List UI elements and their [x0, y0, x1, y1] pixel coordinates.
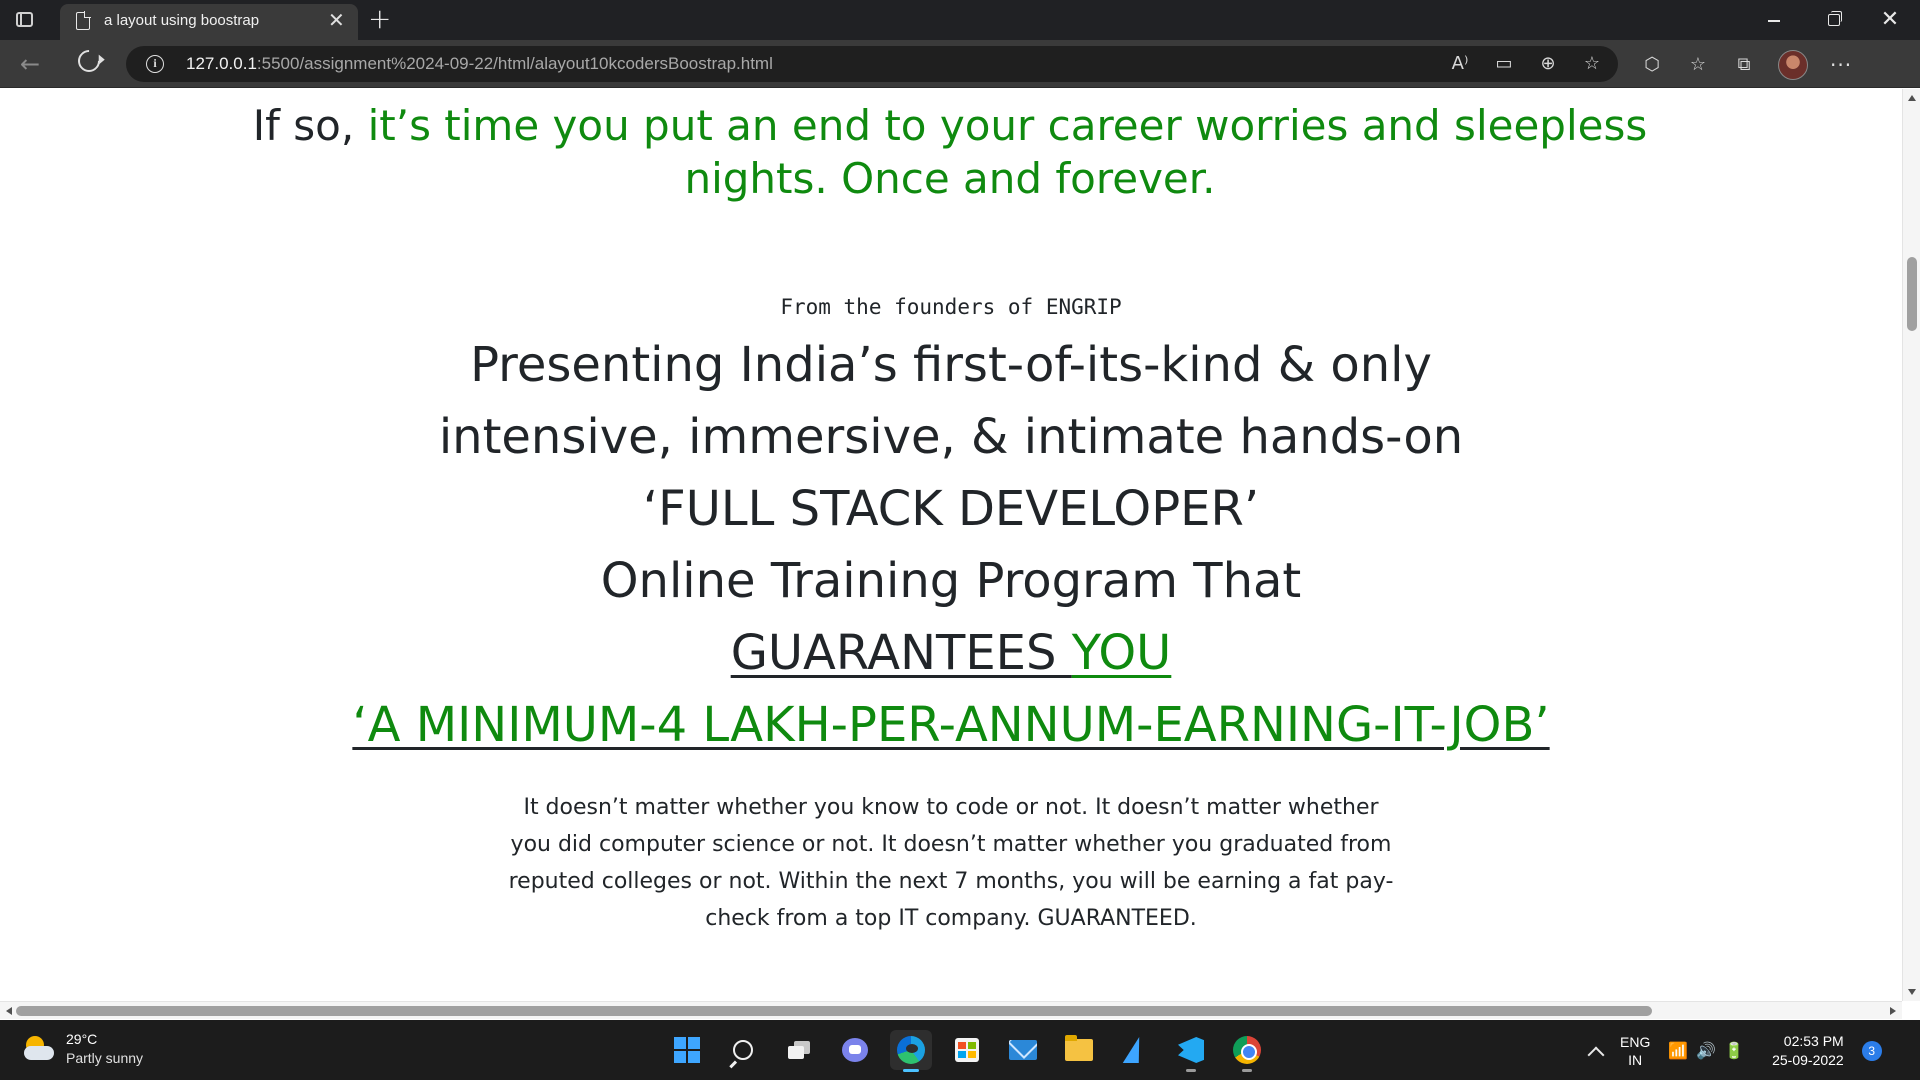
hero-prefix: If so,	[252, 101, 368, 150]
site-info-icon[interactable]: i	[146, 55, 164, 73]
headline-line-4: Online Training Program That	[600, 553, 1302, 609]
partly-sunny-icon	[22, 1034, 56, 1064]
immersive-reader-icon[interactable]: ▭	[1492, 52, 1516, 76]
language-indicator[interactable]: ENG IN	[1620, 1033, 1650, 1069]
browser-toolbar: ← i 127.0.0.1:5500/assignment%2024-09-22…	[0, 40, 1920, 88]
lang-code: ENG	[1620, 1034, 1651, 1050]
chrome-app-button[interactable]	[1226, 1030, 1268, 1072]
chevron-up-icon[interactable]	[1587, 1046, 1605, 1064]
clock-date: 25-09-2022	[1772, 1052, 1844, 1068]
edge-app-button[interactable]	[890, 1030, 932, 1072]
favorites-icon[interactable]: ☆	[1686, 53, 1710, 77]
bolt-icon	[1122, 1037, 1148, 1063]
vertical-scrollbar[interactable]	[1902, 89, 1920, 1001]
clock-time: 02:53 PM	[1783, 1033, 1844, 1049]
weather-desc: Partly sunny	[66, 1050, 144, 1066]
weather-temp: 29°C	[66, 1031, 98, 1047]
browser-tab[interactable]: a layout using boostrap ✕	[60, 4, 358, 40]
tab-title: a layout using boostrap	[104, 12, 260, 29]
clock[interactable]: 02:53 PM 25-09-2022	[1772, 1032, 1844, 1070]
tab-strip: a layout using boostrap ✕ + ✕	[0, 0, 1920, 40]
volume-icon[interactable]: 🔊	[1696, 1041, 1716, 1061]
close-window-button[interactable]: ✕	[1862, 0, 1918, 40]
hero-question: If so, it’s time you put an end to your …	[250, 99, 1650, 205]
scroll-right-icon[interactable]	[1890, 1007, 1896, 1015]
region-code: IN	[1628, 1052, 1643, 1068]
job-line: ‘A MINIMUM-4 LAKH-PER-ANNUM-EARNING-IT-J…	[0, 689, 1902, 761]
mail-app-button[interactable]	[1002, 1030, 1044, 1070]
url-host: 127.0.0.1	[186, 54, 257, 73]
windows-icon	[674, 1037, 700, 1063]
scroll-left-icon[interactable]	[6, 1007, 12, 1015]
main-headline: Presenting India’s first-of-its-kind & o…	[0, 329, 1902, 761]
guarantee-line: GUARANTEES YOU	[0, 617, 1902, 689]
search-icon	[733, 1040, 753, 1060]
restore-button[interactable]	[1806, 0, 1862, 40]
guarantee-dark: GUARANTEES	[730, 625, 1072, 681]
file-explorer-button[interactable]	[1058, 1030, 1100, 1070]
new-tab-button[interactable]: +	[368, 4, 391, 34]
folder-icon	[1065, 1035, 1093, 1061]
chrome-icon	[1233, 1036, 1261, 1064]
headline-line-3: ‘FULL STACK DEVELOPER’	[642, 481, 1260, 537]
mail-icon	[1009, 1040, 1037, 1060]
hero-green-text: it’s time you put an end to your career …	[367, 101, 1648, 203]
taskbar-apps	[666, 1030, 1268, 1072]
reload-icon[interactable]	[73, 45, 105, 77]
vertical-scroll-thumb[interactable]	[1907, 257, 1917, 331]
vscode-icon	[1178, 1037, 1204, 1063]
page-icon	[76, 11, 91, 30]
weather-widget[interactable]: 29°C Partly sunny	[22, 1030, 143, 1068]
url-text[interactable]: 127.0.0.1:5500/assignment%2024-09-22/htm…	[186, 54, 773, 74]
tab-actions-icon[interactable]	[14, 9, 36, 31]
tab-close-icon[interactable]: ✕	[328, 10, 345, 30]
collections-icon[interactable]: ⧉	[1732, 53, 1756, 77]
profile-avatar[interactable]	[1778, 50, 1808, 80]
chat-button[interactable]	[834, 1030, 876, 1070]
edge-icon	[897, 1036, 925, 1064]
system-tray: ENG IN 📶 🔊 🔋 02:53 PM 25-09-2022 3	[1587, 1032, 1882, 1070]
extensions-icon[interactable]: ⬡	[1640, 53, 1664, 77]
start-button[interactable]	[666, 1030, 708, 1070]
task-view-icon	[788, 1041, 810, 1059]
power-automate-button[interactable]	[1114, 1030, 1156, 1070]
horizontal-scroll-thumb[interactable]	[16, 1006, 1652, 1016]
battery-icon[interactable]: 🔋	[1724, 1041, 1744, 1061]
horizontal-scrollbar[interactable]	[0, 1001, 1902, 1019]
scroll-up-icon[interactable]	[1908, 95, 1916, 101]
address-bar[interactable]: i 127.0.0.1:5500/assignment%2024-09-22/h…	[126, 46, 1618, 82]
chat-icon	[842, 1038, 868, 1062]
vscode-app-button[interactable]	[1170, 1030, 1212, 1072]
page-viewport: If so, it’s time you put an end to your …	[0, 89, 1902, 1001]
store-app-button[interactable]	[946, 1030, 988, 1070]
notification-badge[interactable]: 3	[1861, 1041, 1882, 1061]
read-aloud-icon[interactable]: A⁾	[1448, 52, 1472, 76]
wifi-icon[interactable]: 📶	[1668, 1041, 1688, 1061]
search-button[interactable]	[722, 1030, 764, 1070]
headline-line-1: Presenting India’s first-of-its-kind & o…	[470, 337, 1432, 393]
more-menu-icon[interactable]: ···	[1830, 53, 1852, 77]
headline-line-2: intensive, immersive, & intimate hands-o…	[438, 409, 1464, 465]
task-view-button[interactable]	[778, 1030, 820, 1070]
taskbar: 29°C Partly sunny ENG IN 📶 🔊 🔋 02:53 PM …	[0, 1020, 1920, 1080]
url-path: :5500/assignment%2024-09-22/html/alayout…	[256, 54, 773, 73]
add-favorite-icon[interactable]: ☆	[1580, 52, 1604, 76]
scroll-down-icon[interactable]	[1908, 989, 1916, 995]
minimize-button[interactable]	[1746, 0, 1802, 40]
zoom-icon[interactable]: ⊕	[1536, 52, 1560, 76]
store-icon	[955, 1038, 979, 1062]
job-line-text: ‘A MINIMUM-4 LAKH-PER-ANNUM-EARNING-IT-J…	[352, 697, 1550, 753]
founders-tagline: From the founders of ENGRIP	[780, 295, 1122, 319]
guarantee-green: YOU	[1071, 625, 1172, 681]
description-paragraph: It doesn’t matter whether you know to co…	[508, 795, 1394, 931]
back-arrow-icon[interactable]: ←	[20, 50, 40, 78]
